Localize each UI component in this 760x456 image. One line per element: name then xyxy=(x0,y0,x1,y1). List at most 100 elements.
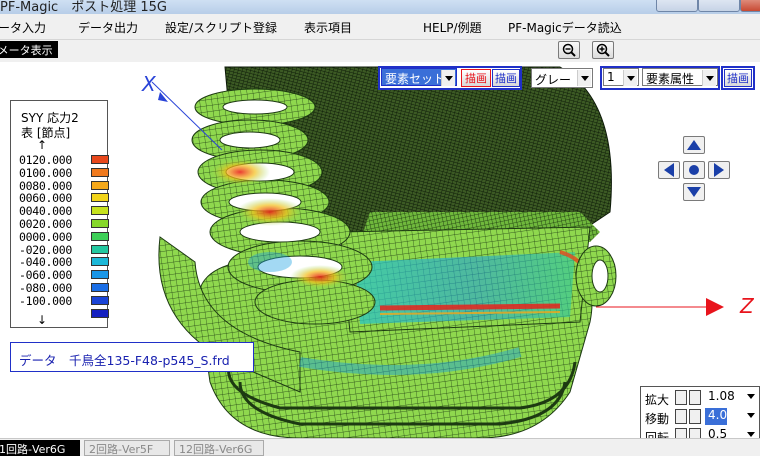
zoom-value[interactable]: 1.08 xyxy=(705,389,751,406)
chevron-down-icon[interactable] xyxy=(747,413,755,418)
y-axis-arrow xyxy=(158,92,168,102)
legend-swatch xyxy=(91,206,109,216)
menu-data-output[interactable]: データ出力 xyxy=(78,19,138,36)
legend-swatch xyxy=(91,155,109,164)
window-title: PF-Magic ポスト処理 15G xyxy=(0,0,167,14)
legend-row: 0040.000 xyxy=(19,204,109,218)
legend-swatch xyxy=(91,295,109,305)
draw-attribute-button[interactable]: 描画 xyxy=(724,69,752,87)
rotate-decrease-button[interactable] xyxy=(675,428,687,438)
move-row: 移動 4.0 xyxy=(643,408,760,426)
arrow-down-icon xyxy=(687,187,701,197)
tab-circuit-1[interactable]: 1回路-Ver6G xyxy=(0,440,80,456)
data-file-name: データ 千鳥全135-F48-p545_S.frd xyxy=(19,353,230,368)
legend-row: -020.000 xyxy=(19,243,109,257)
minimize-button[interactable] xyxy=(656,0,698,12)
center-dot-icon xyxy=(689,165,699,175)
arrow-left-icon xyxy=(664,163,674,177)
move-value[interactable]: 4.0 xyxy=(705,408,727,425)
legend-row: 0060.000 xyxy=(19,191,109,205)
tab-circuit-12[interactable]: 12回路-Ver6G xyxy=(174,440,264,456)
element-attribute-select[interactable]: 要素属性 xyxy=(642,68,718,86)
legend-swatch xyxy=(91,167,109,177)
legend-swatch xyxy=(91,219,109,228)
chevron-down-icon xyxy=(702,70,716,86)
menu-bar: データ入力 データ出力 設定/スクリプト登録 表示項目 HELP/例題 PF-M… xyxy=(0,14,760,40)
pan-up-button[interactable] xyxy=(683,136,705,154)
number-select[interactable]: 1 xyxy=(603,68,639,86)
color-mode-select[interactable]: グレー xyxy=(531,68,593,88)
legend-swatch xyxy=(91,244,109,254)
zoom-out-icon xyxy=(562,43,576,57)
legend-row: 0080.000 xyxy=(19,179,109,193)
legend-row: -060.000 xyxy=(19,268,109,282)
legend-down-arrow: ↓ xyxy=(37,313,48,327)
rotate-row: 回転 0.5 xyxy=(643,427,760,438)
legend-row: 0120.000 xyxy=(19,153,109,167)
legend-row: -080.000 xyxy=(19,281,109,295)
menu-settings-script[interactable]: 設定/スクリプト登録 xyxy=(165,19,277,36)
rotate-label: 回転 xyxy=(645,431,670,438)
chevron-down-icon[interactable] xyxy=(747,394,755,399)
legend-swatch xyxy=(91,257,109,267)
legend-row: 0000.000 xyxy=(19,230,109,244)
maximize-button[interactable] xyxy=(698,0,740,12)
parameter-display-label: パラメータ表示 xyxy=(0,44,53,57)
secondary-toolbar: パラメータ表示 xyxy=(0,40,760,62)
color-legend: SYY 応力2 表 [節点] ↑ 0120.000 0100.000 0080.00… xyxy=(10,100,109,328)
legend-row: 0020.000 xyxy=(19,217,109,231)
tab-circuit-2[interactable]: 2回路-Ver5F xyxy=(84,440,170,456)
close-button[interactable] xyxy=(740,0,760,12)
legend-row: 0100.000 xyxy=(19,166,109,180)
zoom-row: 拡大 1.08 xyxy=(643,389,760,407)
zoom-in-icon xyxy=(596,43,610,57)
chevron-down-icon[interactable] xyxy=(747,432,755,437)
arrow-up-icon xyxy=(687,140,701,150)
title-bar: PF-Magic ポスト処理 15G xyxy=(0,0,760,14)
legend-row xyxy=(19,307,109,320)
pan-down-button[interactable] xyxy=(683,183,705,201)
legend-swatch xyxy=(91,231,109,241)
fem-mesh-model xyxy=(151,66,724,438)
zoom-in-button[interactable] xyxy=(592,41,614,59)
pan-center-button[interactable] xyxy=(683,161,705,179)
move-increase-button[interactable] xyxy=(689,409,701,424)
move-label: 移動 xyxy=(645,412,670,426)
zoom-label: 拡大 xyxy=(645,393,670,407)
legend-row: -100.000 xyxy=(19,294,109,308)
legend-swatch xyxy=(91,180,109,190)
x-axis-arrow xyxy=(706,298,724,316)
legend-swatch xyxy=(91,283,109,292)
legend-swatch xyxy=(91,193,109,203)
rotate-value[interactable]: 0.5 xyxy=(705,427,751,438)
y-axis-label: X xyxy=(142,72,156,96)
chevron-down-icon xyxy=(577,70,591,86)
menu-pf-magic-load[interactable]: PF-Magicデータ読込 xyxy=(508,19,622,36)
parameter-display-tab[interactable]: パラメータ表示 xyxy=(0,41,58,58)
move-decrease-button[interactable] xyxy=(675,409,687,424)
data-file-label-box: データ 千鳥全135-F48-p545_S.frd xyxy=(10,342,254,372)
zoom-decrease-button[interactable] xyxy=(675,390,687,405)
pan-right-button[interactable] xyxy=(708,161,730,179)
legend-row: -040.000 xyxy=(19,255,109,269)
menu-help-examples[interactable]: HELP/例題 xyxy=(423,19,482,36)
legend-swatch xyxy=(91,270,109,280)
legend-up-arrow: ↑ xyxy=(37,138,48,152)
menu-display-items[interactable]: 表示項目 xyxy=(304,19,352,36)
3d-viewport[interactable]: X Z 要素セット 描画 描画 グレー 1 要素属性 描画 SYY 応力2 表 … xyxy=(0,62,760,438)
zoom-increase-button[interactable] xyxy=(689,390,701,405)
menu-data-input[interactable]: データ入力 xyxy=(0,19,46,36)
rotate-increase-button[interactable] xyxy=(689,428,701,438)
circuit-tab-bar: 1回路-Ver6G 2回路-Ver5F 12回路-Ver6G xyxy=(0,438,760,456)
legend-swatch xyxy=(91,308,109,318)
chevron-down-icon xyxy=(441,70,455,86)
x-axis-label: Z xyxy=(740,294,754,318)
pan-left-button[interactable] xyxy=(658,161,680,179)
zoom-out-button[interactable] xyxy=(558,41,580,59)
arrow-right-icon xyxy=(714,163,724,177)
element-set-select[interactable]: 要素セット xyxy=(381,68,457,86)
draw-blue-button[interactable]: 描画 xyxy=(492,69,520,87)
view-control-panel: 拡大 1.08 移動 4.0 回転 0.5 xyxy=(640,386,760,438)
draw-red-button[interactable]: 描画 xyxy=(461,69,491,87)
chevron-down-icon xyxy=(623,70,637,86)
